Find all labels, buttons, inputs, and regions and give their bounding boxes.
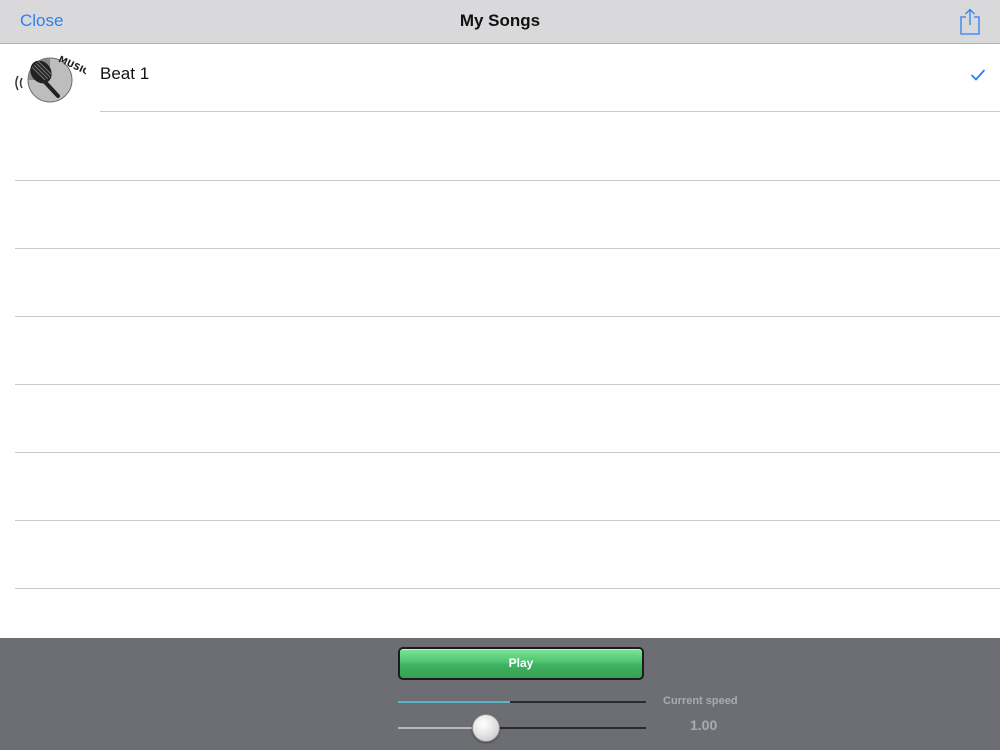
empty-list-row <box>0 520 1000 588</box>
song-list: MUSIC Beat 1 <box>0 44 1000 638</box>
play-button[interactable]: Play <box>398 647 644 680</box>
empty-list-row <box>0 316 1000 384</box>
navigation-bar: Close My Songs <box>0 0 1000 44</box>
song-title: Beat 1 <box>100 64 150 83</box>
empty-list-row <box>0 248 1000 316</box>
empty-list-row <box>0 384 1000 452</box>
song-row[interactable]: MUSIC Beat 1 <box>0 44 1000 111</box>
speed-slider-knob[interactable] <box>471 714 500 742</box>
empty-list-row <box>0 112 1000 180</box>
speed-slider[interactable] <box>398 714 646 742</box>
checkmark-icon <box>970 68 986 82</box>
speed-label: Current speed <box>663 695 738 707</box>
empty-list-row <box>0 452 1000 520</box>
app-window: Close My Songs MUSIC Beat 1 Play Current… <box>0 0 1000 750</box>
empty-list-row <box>0 180 1000 248</box>
share-icon[interactable] <box>958 8 982 36</box>
player-toolbar: Play <box>0 638 1000 750</box>
page-title: My Songs <box>459 11 541 30</box>
music-thumbnail-icon: MUSIC <box>14 50 91 106</box>
playback-progress-bar[interactable] <box>398 701 646 703</box>
progress-fill <box>398 701 510 703</box>
speed-value: 1.00 <box>690 717 718 733</box>
